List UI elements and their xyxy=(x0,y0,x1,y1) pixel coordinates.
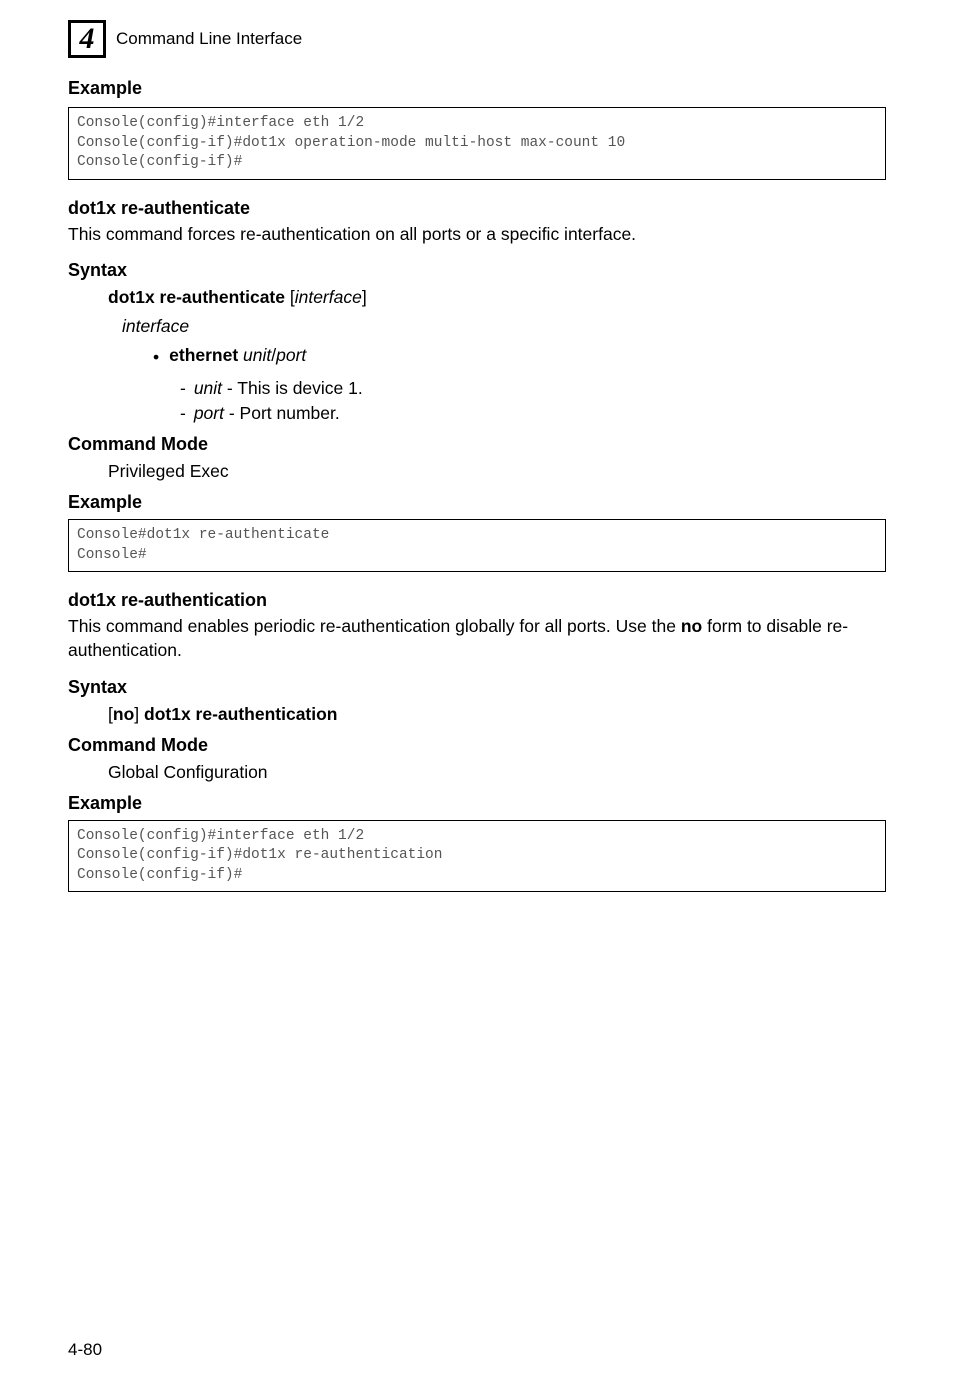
dash-icon-2: - xyxy=(180,403,186,424)
code-block-1: Console(config)#interface eth 1/2 Consol… xyxy=(68,107,886,180)
sub-unit-italic: unit xyxy=(194,378,227,398)
sub-content-1: unit - This is device 1. xyxy=(194,378,363,399)
chapter-number: 4 xyxy=(80,22,95,56)
sub-bullet-unit: - unit - This is device 1. xyxy=(180,378,886,399)
sub-port-text: - Port number. xyxy=(224,403,340,423)
bullet-ethernet: • ethernet unit/port xyxy=(153,345,886,368)
syntax-line-2: [no] dot1x re-authentication xyxy=(108,704,886,725)
interface-label: interface xyxy=(122,316,886,337)
syntax-param-1: interface xyxy=(295,287,362,307)
sub-bullet-port: - port - Port number. xyxy=(180,403,886,424)
cmd-mode-text-2: Global Configuration xyxy=(108,762,886,783)
dash-icon-1: - xyxy=(180,378,186,399)
bullet-content: ethernet unit/port xyxy=(169,345,306,366)
syntax-heading-1: Syntax xyxy=(68,260,886,281)
code-block-2: Console#dot1x re-authenticate Console# xyxy=(68,519,886,572)
sub-unit-text: - This is device 1. xyxy=(227,378,363,398)
sub-port-italic: port xyxy=(194,403,224,423)
cmd-mode-heading-1: Command Mode xyxy=(68,434,886,455)
syntax-cmd-2: dot1x re-authentication xyxy=(144,704,338,724)
code-block-3: Console(config)#interface eth 1/2 Consol… xyxy=(68,820,886,893)
header-title: Command Line Interface xyxy=(116,29,302,49)
example-heading-3: Example xyxy=(68,793,886,814)
page-header: 4 Command Line Interface xyxy=(68,20,886,58)
cmd-mode-heading-2: Command Mode xyxy=(68,735,886,756)
sub-content-2: port - Port number. xyxy=(194,403,340,424)
syntax-no: no xyxy=(113,704,134,724)
bullet-bold: ethernet xyxy=(169,345,238,365)
syntax-line-1: dot1x re-authenticate [interface] xyxy=(108,287,886,308)
syntax-command-1: dot1x re-authenticate xyxy=(108,287,285,307)
page-number: 4-80 xyxy=(68,1340,102,1360)
bullet-port: port xyxy=(276,345,306,365)
syntax-heading-2: Syntax xyxy=(68,677,886,698)
example-heading-1: Example xyxy=(68,78,886,99)
syntax-bracket-close-2: ] xyxy=(134,704,144,724)
bullet-unit: unit xyxy=(238,345,271,365)
section-desc-2: This command enables periodic re-authent… xyxy=(68,615,886,662)
section-title-1: dot1x re-authenticate xyxy=(68,198,886,219)
example-heading-2: Example xyxy=(68,492,886,513)
chapter-number-box: 4 xyxy=(68,20,106,58)
syntax-bracket-open-1: [ xyxy=(285,287,295,307)
syntax-bracket-close-1: ] xyxy=(362,287,367,307)
desc-pre: This command enables periodic re-authent… xyxy=(68,616,681,636)
bullet-list-1: • ethernet unit/port xyxy=(153,345,886,368)
bullet-dot-icon: • xyxy=(153,347,159,368)
section-desc-1: This command forces re-authentication on… xyxy=(68,223,886,247)
section-title-2: dot1x re-authentication xyxy=(68,590,886,611)
cmd-mode-text-1: Privileged Exec xyxy=(108,461,886,482)
desc-bold-no: no xyxy=(681,616,702,636)
